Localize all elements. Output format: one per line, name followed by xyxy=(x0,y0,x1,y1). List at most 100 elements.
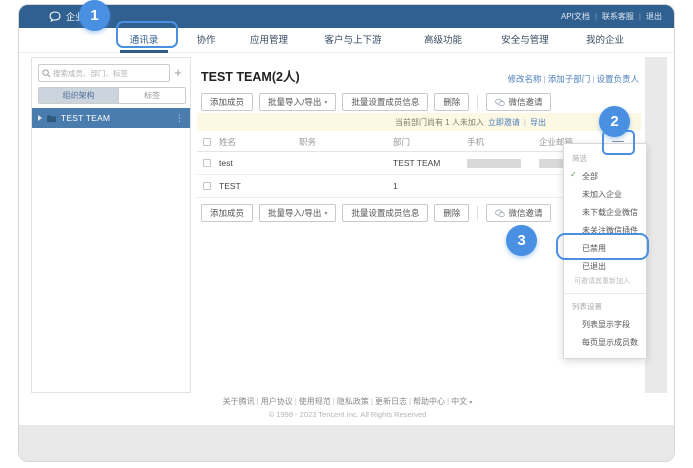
invite-now-link[interactable]: 立即邀请 xyxy=(488,117,520,128)
menu-item-label: 未加入企业 xyxy=(582,190,622,199)
separator: | xyxy=(409,397,411,406)
separator: | xyxy=(257,397,259,406)
tab-my-company[interactable]: 我的企业 xyxy=(586,28,624,53)
active-tab-indicator xyxy=(120,50,168,53)
help-center-link[interactable]: 帮助中心 xyxy=(413,397,445,406)
caret-down-icon: ▾ xyxy=(324,99,327,106)
tab-app-management[interactable]: 应用管理 xyxy=(250,28,288,53)
menu-note: 可邀请其重新加入 xyxy=(564,275,646,289)
separator: | xyxy=(544,74,546,84)
delete-button[interactable]: 删除 xyxy=(434,204,469,222)
row-checkbox[interactable] xyxy=(203,182,211,190)
copyright: © 1998 - 2023 Tencent Inc. All Rights Re… xyxy=(19,410,675,419)
screenshot-root: 企业微信 API文档 | 联系客服 | 退出 通讯录 协作 应用管理 客户与上下… xyxy=(0,0,693,468)
logo-bubble-icon xyxy=(49,11,62,22)
language-selector[interactable]: 中文 xyxy=(451,397,467,406)
page-bottom-area xyxy=(19,425,675,462)
member-name: TEST xyxy=(219,181,299,191)
menu-item-label: 已禁用 xyxy=(582,244,606,253)
col-title: 职务 xyxy=(299,136,393,148)
topbar-links: API文档 | 联系客服 | 退出 xyxy=(561,11,662,22)
api-docs-link[interactable]: API文档 xyxy=(561,11,590,22)
separator: | xyxy=(639,12,641,21)
redacted-phone xyxy=(467,159,521,168)
menu-item-exited[interactable]: 已退出 xyxy=(564,257,646,275)
menu-item-label: 已退出 xyxy=(582,262,606,271)
import-export-button[interactable]: 批量导入/导出 ▾ xyxy=(259,93,336,111)
department-actions: 修改名称|添加子部门|设置负责人 xyxy=(508,73,639,85)
menu-item-not-following[interactable]: 未关注微信插件 xyxy=(564,221,646,239)
contact-support-link[interactable]: 联系客服 xyxy=(602,11,634,22)
wechat-invite-button[interactable]: 微信邀请 xyxy=(486,93,551,111)
separator: | xyxy=(371,397,373,406)
sidebar-tabs: 组织架构 标签 xyxy=(38,87,186,104)
menu-item-all[interactable]: ✓ 全部 xyxy=(564,167,646,185)
logout-link[interactable]: 退出 xyxy=(646,11,662,22)
tree-item-label: TEST TEAM xyxy=(61,113,175,123)
separator: | xyxy=(592,74,594,84)
import-export-label: 批量导入/导出 xyxy=(268,96,321,108)
member-department: TEST TEAM xyxy=(393,158,467,168)
menu-item-display-fields[interactable]: 列表显示字段 xyxy=(564,315,646,333)
footer: 关于腾讯|用户协议|使用规范|隐私政策|更新日志|帮助中心|中文 ▾ © 199… xyxy=(19,396,675,419)
search-icon xyxy=(42,69,51,78)
wechat-icon xyxy=(495,98,505,107)
usage-rules-link[interactable]: 使用规范 xyxy=(299,397,331,406)
menu-item-label: 列表显示字段 xyxy=(582,320,630,329)
menu-item-not-joined[interactable]: 未加入企业 xyxy=(564,185,646,203)
separator: | xyxy=(524,118,526,127)
tab-customers[interactable]: 客户与上下游 xyxy=(324,28,381,53)
separator: | xyxy=(447,397,449,406)
batch-set-button[interactable]: 批量设置成员信息 xyxy=(342,204,428,222)
add-department-button[interactable]: + xyxy=(170,64,186,82)
content-gutter xyxy=(645,57,667,393)
wechat-invite-button[interactable]: 微信邀请 xyxy=(486,204,551,222)
separator: | xyxy=(333,397,335,406)
add-member-button[interactable]: 添加成员 xyxy=(201,93,253,111)
privacy-policy-link[interactable]: 隐私政策 xyxy=(337,397,369,406)
row-checkbox[interactable] xyxy=(203,159,211,167)
tab-labels[interactable]: 标签 xyxy=(118,88,185,103)
set-leader-link[interactable]: 设置负责人 xyxy=(596,74,639,84)
changelog-link[interactable]: 更新日志 xyxy=(375,397,407,406)
menu-item-disabled[interactable]: 已禁用 xyxy=(564,239,646,257)
col-name: 姓名 xyxy=(219,136,299,148)
export-link[interactable]: 导出 xyxy=(530,117,546,128)
more-icon[interactable]: ⋮ xyxy=(175,113,184,124)
wechat-icon xyxy=(495,209,505,218)
tab-collaboration[interactable]: 协作 xyxy=(196,28,215,53)
select-all-checkbox[interactable] xyxy=(203,138,211,146)
batch-set-button[interactable]: 批量设置成员信息 xyxy=(342,93,428,111)
col-phone: 手机 xyxy=(467,136,539,148)
separator: | xyxy=(295,397,297,406)
divider xyxy=(477,95,478,109)
caret-down-icon: ▾ xyxy=(324,210,327,217)
check-icon: ✓ xyxy=(570,170,577,179)
menu-item-label: 全部 xyxy=(582,172,598,181)
search-input[interactable] xyxy=(53,69,166,78)
import-export-button[interactable]: 批量导入/导出 ▾ xyxy=(259,204,336,222)
rename-link[interactable]: 修改名称 xyxy=(508,74,542,84)
add-member-button[interactable]: 添加成员 xyxy=(201,204,253,222)
sidebar-item-test-team[interactable]: TEST TEAM ⋮ xyxy=(32,108,190,128)
about-tencent-link[interactable]: 关于腾讯 xyxy=(223,397,255,406)
menu-section-list-settings: 列表设置 xyxy=(564,298,646,315)
toolbar-top: 添加成员 批量导入/导出 ▾ 批量设置成员信息 删除 微信邀请 xyxy=(201,93,641,111)
wechat-invite-label: 微信邀请 xyxy=(508,207,542,219)
folder-icon xyxy=(46,114,57,123)
menu-item-not-downloaded[interactable]: 未下载企业微信 xyxy=(564,203,646,221)
delete-button[interactable]: 删除 xyxy=(434,93,469,111)
page-title: TEST TEAM(2人) xyxy=(201,66,300,85)
tab-advanced-features[interactable]: 高级功能 xyxy=(424,28,462,53)
user-agreement-link[interactable]: 用户协议 xyxy=(261,397,293,406)
divider xyxy=(564,293,646,294)
tab-org-structure[interactable]: 组织架构 xyxy=(39,88,118,103)
separator: | xyxy=(595,12,597,21)
filter-menu: 筛选 ✓ 全部 未加入企业 未下载企业微信 未关注微信插件 已禁用 已退出 可邀… xyxy=(563,143,647,359)
annotation-step-1: 1 xyxy=(79,0,110,31)
menu-item-members-per-page[interactable]: 每页显示成员数 xyxy=(564,333,646,351)
tab-security-management[interactable]: 安全与管理 xyxy=(501,28,549,53)
add-subdepartment-link[interactable]: 添加子部门 xyxy=(548,74,591,84)
menu-item-label: 未关注微信插件 xyxy=(582,226,638,235)
divider xyxy=(477,206,478,220)
